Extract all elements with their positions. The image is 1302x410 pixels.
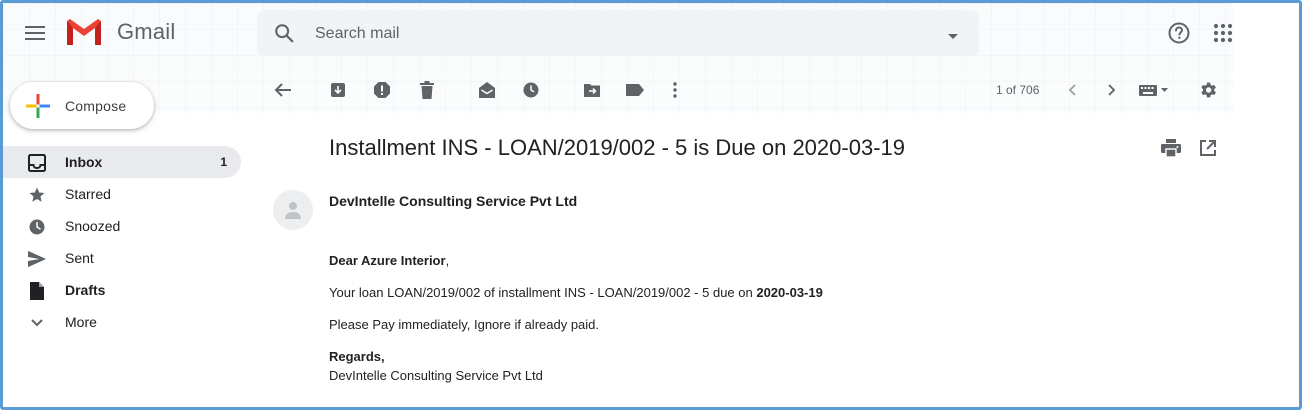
right-panel (1233, 3, 1299, 407)
compose-button[interactable]: Compose (10, 82, 154, 129)
due-date: 2020-03-19 (756, 285, 823, 300)
message-line-1: Your loan LOAN/2019/002 of installment I… (329, 285, 823, 300)
search-icon[interactable] (273, 22, 295, 49)
plus-icon (26, 93, 50, 118)
snooze-icon[interactable] (520, 79, 542, 101)
recipient-name: Dear Azure Interior (329, 253, 446, 268)
search-bar (257, 10, 979, 56)
archive-icon[interactable] (327, 79, 349, 101)
more-vert-icon[interactable] (664, 79, 686, 101)
hamburger-icon (25, 26, 45, 40)
message-line-2: Please Pay immediately, Ignore if alread… (329, 317, 600, 332)
draft-icon (27, 281, 47, 301)
message-greeting: Dear Azure Interior, (329, 253, 449, 268)
search-input[interactable] (313, 22, 917, 46)
open-in-new-window-icon[interactable] (1199, 139, 1217, 162)
message-subject: Installment INS - LOAN/2019/002 - 5 is D… (329, 135, 905, 160)
greeting-punctuation: , (445, 253, 450, 268)
move-to-icon[interactable] (581, 79, 603, 101)
older-chevron-icon[interactable] (1101, 79, 1123, 101)
message-signature: DevIntelle Consulting Service Pvt Ltd (329, 368, 543, 383)
apps-grid-icon[interactable] (1213, 23, 1233, 48)
sidebar-item-label: Drafts (65, 282, 106, 298)
sidebar-item-label: Sent (65, 250, 94, 266)
loan-text: Your loan LOAN/2019/002 of installment I… (329, 285, 757, 300)
help-icon[interactable] (1167, 21, 1191, 50)
message-regards: Regards, (329, 349, 385, 364)
sidebar-item-label: Starred (65, 186, 111, 202)
gmail-logo[interactable]: Gmail (65, 17, 175, 47)
newer-chevron-icon[interactable] (1061, 79, 1083, 101)
label-icon[interactable] (624, 79, 646, 101)
delete-icon[interactable] (416, 79, 438, 101)
sidebar-nav: Inbox 1 Starred Snoozed Sent Drafts More (3, 146, 243, 338)
search-options-icon[interactable] (947, 28, 959, 46)
report-spam-icon[interactable] (371, 79, 393, 101)
back-arrow-icon[interactable] (272, 79, 294, 101)
app-title: Gmail (117, 19, 176, 44)
compose-label: Compose (65, 97, 127, 114)
sidebar-item-snoozed[interactable]: Snoozed (3, 210, 241, 242)
mark-unread-icon[interactable] (476, 79, 498, 101)
top-bar: Gmail (3, 3, 1299, 63)
send-icon (27, 249, 47, 269)
sidebar-item-drafts[interactable]: Drafts (3, 274, 241, 306)
person-icon (285, 202, 301, 219)
sidebar-item-label: More (65, 314, 97, 330)
sender-name[interactable]: DevIntelle Consulting Service Pvt Ltd (329, 193, 577, 209)
main-menu-button[interactable] (17, 15, 53, 51)
gmail-window: Gmail Search mail Compose Inbox 1 Starre… (0, 0, 1302, 410)
sidebar-item-label: Inbox (65, 154, 103, 170)
sidebar-item-starred[interactable]: Starred (3, 178, 241, 210)
pager-count: 1 of 706 (996, 83, 1040, 97)
input-tools-keyboard-icon[interactable] (1137, 79, 1173, 101)
sidebar-item-label: Snoozed (65, 218, 121, 234)
message-toolbar: 1 of 706 (257, 71, 1233, 109)
sidebar-item-inbox[interactable]: Inbox 1 (3, 146, 241, 178)
inbox-icon (27, 153, 47, 173)
sidebar-item-more[interactable]: More (3, 306, 241, 338)
unread-count-badge: 1 (220, 155, 227, 169)
print-icon[interactable] (1161, 139, 1181, 162)
sidebar-item-sent[interactable]: Sent (3, 242, 241, 274)
clock-icon (27, 217, 47, 237)
settings-gear-icon[interactable] (1197, 79, 1219, 101)
sender-avatar[interactable] (273, 190, 313, 230)
chevron-down-icon (27, 313, 47, 333)
star-icon (27, 185, 47, 205)
gmail-m-icon (67, 19, 101, 45)
